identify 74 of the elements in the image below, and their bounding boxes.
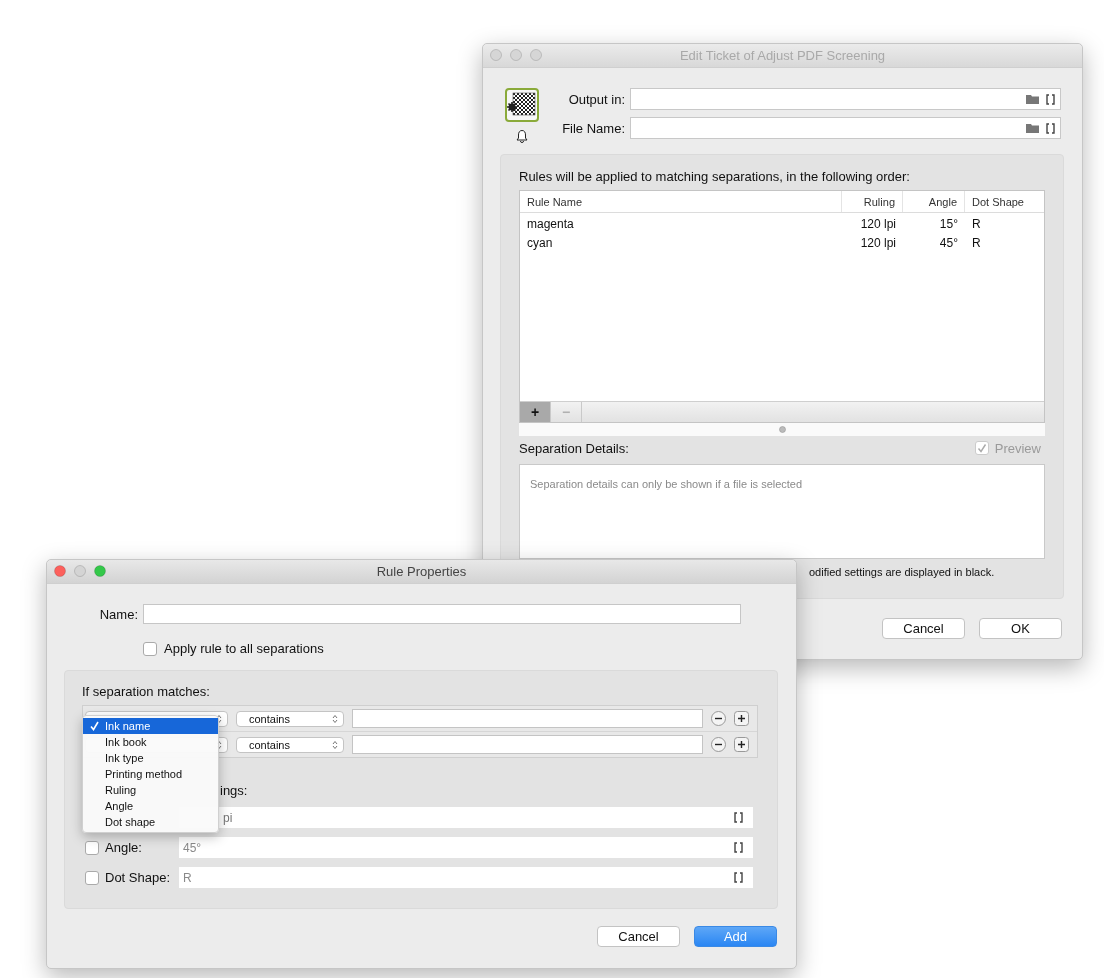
menu-item[interactable]: Ruling <box>83 782 218 798</box>
column-header[interactable]: Dot Shape <box>965 191 1044 212</box>
window-title: Rule Properties <box>376 564 467 579</box>
folder-icon <box>1026 123 1039 133</box>
section-heading: Rules will be applied to matching separations, in the following order: <box>519 169 911 184</box>
ticket-icon[interactable] <box>505 88 539 122</box>
column-header[interactable]: Angle <box>903 191 965 212</box>
zoom-button[interactable] <box>94 565 106 577</box>
column-header[interactable]: Rule Name <box>520 191 842 212</box>
field-label: Output in: <box>567 91 625 107</box>
table-cell-text: cyan <box>526 235 554 250</box>
checkbox-label: Apply rule to all separations <box>164 641 324 656</box>
push-button[interactable]: OK <box>979 618 1062 639</box>
table-cell-text: 45° <box>938 235 959 250</box>
name-field[interactable] <box>143 604 741 624</box>
value-field[interactable] <box>352 709 703 728</box>
checkbox[interactable] <box>85 870 99 885</box>
bracket-icon <box>1046 93 1055 105</box>
field-value: R <box>183 870 192 885</box>
popup-button[interactable]: contains <box>236 710 344 727</box>
details-message: Separation details can only be shown if a file is selected <box>530 478 803 490</box>
popup-button[interactable]: contains <box>236 736 344 753</box>
setting-field[interactable]: 45° <box>179 837 753 858</box>
table-row[interactable]: cyan 120 lpi 45° R <box>520 233 1044 252</box>
table-cell-text: 15° <box>938 216 959 231</box>
push-button[interactable]: Cancel <box>597 926 680 947</box>
checkbox-label: Angle: <box>105 840 142 855</box>
table-cell-text: magenta <box>526 216 575 231</box>
window-title: Edit Ticket of Adjust PDF Screening <box>679 48 886 63</box>
minus-icon[interactable] <box>711 737 726 752</box>
table-cell-text: R <box>971 216 982 231</box>
section-heading: ings: <box>220 783 249 798</box>
bracket-icon <box>1046 122 1055 134</box>
field-value: 45° <box>183 840 202 855</box>
path-field[interactable] <box>630 88 1061 110</box>
plus-icon[interactable] <box>734 737 749 752</box>
menu-item[interactable]: Ink book <box>83 734 218 750</box>
table-cell-text: R <box>971 235 982 250</box>
add-button[interactable]: + <box>520 402 551 422</box>
bracket-icon <box>734 872 743 883</box>
checkbox-label: Preview <box>994 440 1041 456</box>
field-value: pi <box>223 810 233 825</box>
value-field[interactable] <box>352 735 703 754</box>
table-cell-text: 120 lpi <box>859 235 897 250</box>
gear-grid-icon <box>507 91 537 119</box>
checkmark-icon <box>89 721 99 731</box>
column-header[interactable]: Ruling <box>842 191 903 212</box>
path-field[interactable] <box>630 117 1061 139</box>
push-button[interactable]: Cancel <box>882 618 965 639</box>
field-label: Name: <box>98 606 138 622</box>
field-label: File Name: <box>561 120 625 136</box>
close-button[interactable] <box>54 565 66 577</box>
zoom-button[interactable] <box>530 49 542 61</box>
menu-item[interactable]: Ink name <box>83 718 218 734</box>
folder-icon <box>1026 94 1039 104</box>
checkbox-label: Dot Shape: <box>105 870 171 885</box>
bell-icon <box>515 129 529 143</box>
section-heading: If separation matches: <box>82 684 211 699</box>
bracket-icon <box>734 812 743 823</box>
minimize-button[interactable] <box>510 49 522 61</box>
table-row[interactable]: magenta 120 lpi 15° R <box>520 214 1044 233</box>
minus-icon[interactable] <box>711 711 726 726</box>
minimize-button[interactable] <box>74 565 86 577</box>
menu-item[interactable]: Ink type <box>83 750 218 766</box>
table-cell-text: 120 lpi <box>859 216 897 231</box>
menu-item[interactable]: Printing method <box>83 766 218 782</box>
note-text: odified settings are displayed in black. <box>808 566 996 578</box>
close-button[interactable] <box>490 49 502 61</box>
plus-icon[interactable] <box>734 711 749 726</box>
checkbox[interactable] <box>85 840 99 855</box>
section-label: Separation Details: <box>519 440 629 456</box>
bracket-icon <box>734 842 743 853</box>
checkbox[interactable] <box>143 641 157 656</box>
splitter-handle <box>778 426 786 433</box>
